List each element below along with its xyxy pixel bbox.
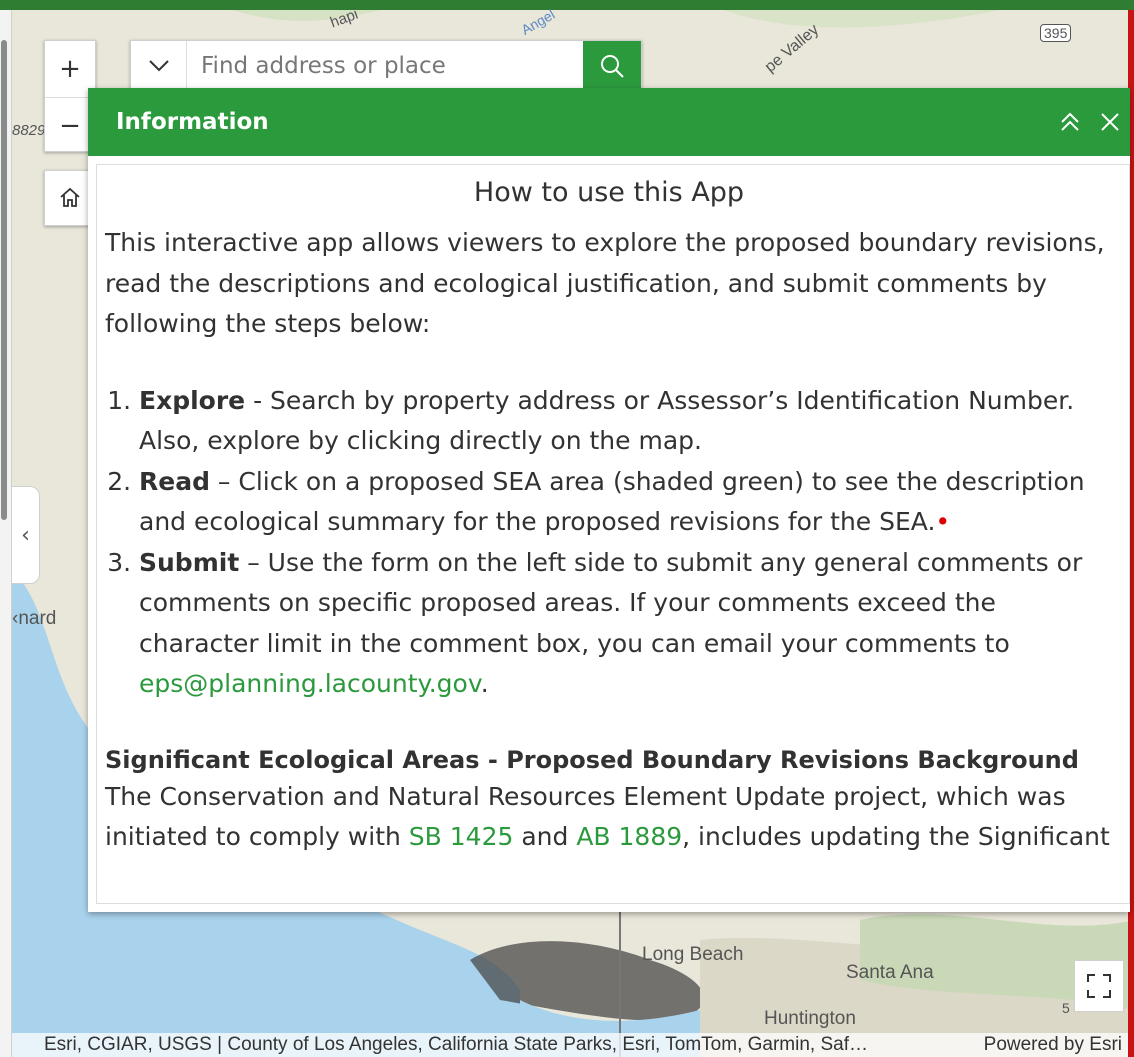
attribution-text: Esri, CGIAR, USGS | County of Los Angele…	[44, 1034, 868, 1055]
background-text-part: , includes updating the Significant	[682, 822, 1110, 851]
app-top-bar	[0, 0, 1134, 10]
step-term: Submit	[139, 547, 240, 577]
steps-list: Explore - Search by property address or …	[105, 381, 1113, 705]
highway-shield-395: 395	[1040, 24, 1072, 42]
cursor-marker: •	[935, 507, 951, 536]
list-item: Explore - Search by property address or …	[139, 381, 1113, 462]
map-label-elevation: 8829	[12, 122, 46, 139]
powered-by-esri-link[interactable]: Powered by Esri	[978, 1034, 1128, 1056]
search-source-dropdown[interactable]	[131, 41, 187, 91]
fullscreen-icon	[1087, 974, 1111, 998]
map-label-oxnard: ‹nard	[12, 608, 57, 629]
chevron-left-icon: ‹	[21, 522, 30, 548]
map-attribution[interactable]: Esri, CGIAR, USGS | County of Los Angele…	[12, 1033, 1128, 1057]
sb-1425-link[interactable]: SB 1425	[409, 822, 514, 851]
step-term: Read	[139, 466, 210, 496]
email-link[interactable]: eps@planning.lacounty.gov	[139, 669, 481, 698]
background-text: The Conservation and Natural Resources E…	[105, 777, 1113, 858]
step-text: – Use the form on the left side to submi…	[139, 547, 1083, 658]
step-text-end: .	[480, 669, 489, 698]
panel-content[interactable]: How to use this App This interactive app…	[96, 164, 1130, 904]
double-chevron-up-icon	[1061, 112, 1079, 131]
search-button[interactable]	[583, 41, 641, 91]
map-label-long-beach: Long Beach	[642, 944, 744, 965]
collapse-panel-button[interactable]	[1050, 110, 1090, 134]
minus-icon: −	[59, 110, 81, 141]
map-label-santa-ana: Santa Ana	[846, 962, 934, 983]
close-panel-button[interactable]	[1090, 111, 1130, 133]
panel-header: Information	[88, 88, 1130, 156]
panel-heading: How to use this App	[473, 177, 745, 208]
search-widget	[130, 40, 642, 92]
collapse-side-panel-button[interactable]: ‹	[12, 486, 40, 584]
map-label-five: 5	[1062, 1000, 1070, 1016]
search-input[interactable]	[187, 41, 583, 91]
side-panel-scrollbar[interactable]	[1, 40, 7, 520]
panel-title: Information	[116, 109, 269, 135]
plus-icon: +	[59, 54, 81, 84]
information-panel: Information How to use this App This int…	[88, 88, 1130, 912]
ab-1889-link[interactable]: AB 1889	[576, 822, 682, 851]
list-item: Submit – Use the form on the left side t…	[139, 543, 1113, 705]
background-title: Significant Ecological Areas - Proposed …	[105, 745, 1079, 774]
list-item: Read – Click on a proposed SEA area (sha…	[139, 462, 1113, 543]
fullscreen-button[interactable]	[1074, 960, 1124, 1012]
close-icon	[1101, 113, 1119, 131]
intro-text: This interactive app allows viewers to e…	[105, 228, 1105, 338]
background-text-part: and	[513, 822, 577, 851]
chevron-down-icon	[148, 60, 169, 72]
map-label-huntington: Huntington	[764, 1008, 856, 1029]
step-text: - Search by property address or Assessor…	[139, 385, 1075, 456]
search-icon	[601, 55, 624, 78]
home-icon	[60, 187, 80, 207]
step-term: Explore	[139, 385, 246, 415]
